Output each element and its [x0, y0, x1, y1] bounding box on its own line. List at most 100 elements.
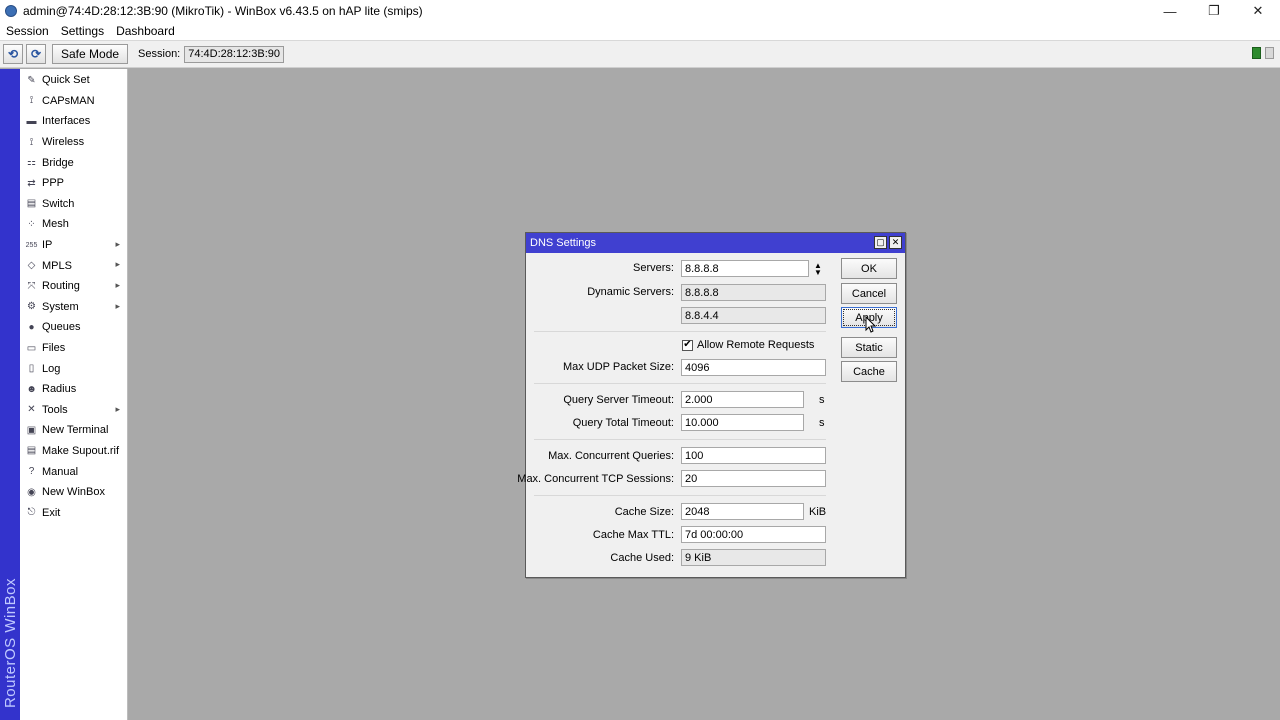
query-server-timeout-input[interactable]: 2.000 — [681, 391, 804, 408]
separator — [534, 439, 826, 440]
max-concurrent-tcp-label: Max. Concurrent TCP Sessions: — [517, 473, 674, 485]
sidebar-item-switch[interactable]: ▤ Switch — [20, 194, 127, 215]
sidebar-item-new-terminal[interactable]: ▣ New Terminal — [20, 420, 127, 441]
sidebar-item-queues[interactable]: ● Queues — [20, 317, 127, 338]
sidebar-item-label: Routing — [42, 280, 80, 293]
sidebar-item-interfaces[interactable]: ▬ Interfaces — [20, 111, 127, 132]
cache-size-input[interactable]: 2048 — [681, 503, 804, 520]
sidebar-item-mesh[interactable]: ⁘ Mesh — [20, 214, 127, 235]
dialog-maximize-button[interactable]: ▢ — [874, 236, 887, 249]
max-concurrent-tcp-input[interactable]: 20 — [681, 470, 826, 487]
sidebar-item-bridge[interactable]: ⚏ Bridge — [20, 152, 127, 173]
dialog-close-button[interactable]: ✕ — [889, 236, 902, 249]
sidebar-item-label: IP — [42, 239, 53, 252]
submenu-arrow-icon: ▸ — [115, 300, 120, 311]
sidebar-item-wireless[interactable]: ⟟ Wireless — [20, 132, 127, 153]
sidebar-item-label: Files — [42, 342, 66, 355]
undo-icon: ⟲ — [7, 47, 19, 61]
cache-max-ttl-label: Cache Max TTL: — [592, 529, 674, 541]
ok-button[interactable]: OK — [841, 258, 897, 279]
lock-status-icon — [1265, 47, 1274, 59]
cache-size-label: Cache Size: — [614, 506, 674, 518]
servers-input[interactable]: 8.8.8.8 — [681, 260, 809, 277]
menu-settings[interactable]: Settings — [55, 24, 110, 38]
sidebar-item-label: Log — [42, 362, 61, 375]
quick-set-icon: ✎ — [27, 74, 36, 86]
submenu-arrow-icon: ▸ — [115, 259, 120, 270]
menu-dashboard[interactable]: Dashboard — [110, 24, 181, 38]
static-button[interactable]: Static — [841, 337, 897, 358]
sidebar-item-tools[interactable]: ✕ Tools ▸ — [20, 400, 127, 421]
sidebar-item-label: Switch — [42, 197, 75, 210]
max-udp-input[interactable]: 4096 — [681, 359, 826, 376]
dynamic-server-2: 8.8.4.4 — [681, 307, 826, 324]
close-button[interactable]: ✕ — [1236, 0, 1280, 22]
sidebar-item-label: Mesh — [42, 218, 69, 231]
sidebar-item-make-supout-rif[interactable]: ▤ Make Supout.rif — [20, 441, 127, 462]
query-total-timeout-input[interactable]: 10.000 — [681, 414, 804, 431]
sidebar-item-label: Interfaces — [42, 115, 91, 128]
switch-icon: ▤ — [26, 198, 37, 210]
servers-spin-icon[interactable]: ▲ ▼ — [812, 260, 824, 277]
separator — [534, 331, 826, 332]
query-server-timeout-label: Query Server Timeout: — [563, 394, 674, 406]
status-indicators — [1252, 47, 1274, 59]
sidebar-item-exit[interactable]: ⎋ Exit — [20, 502, 127, 523]
minimize-button[interactable]: — — [1148, 0, 1192, 22]
checkbox-checked-icon: ✔ — [682, 339, 693, 351]
redo-icon: ⟳ — [30, 47, 42, 61]
cache-size-unit: KiB — [809, 506, 827, 518]
dialog-titlebar[interactable]: DNS Settings ▢ ✕ — [526, 233, 905, 253]
routing-icon: ⤧ — [27, 280, 36, 292]
sidebar-item-label: Wireless — [42, 136, 85, 149]
winbox-app-icon — [5, 5, 17, 17]
exit-icon: ⎋ — [27, 507, 36, 519]
query-total-timeout-unit: s — [819, 417, 825, 429]
max-concurrent-queries-input[interactable]: 100 — [681, 447, 826, 464]
dialog-title-buttons: ▢ ✕ — [874, 236, 902, 249]
radius-icon: ☻ — [26, 383, 37, 395]
files-icon: ▭ — [26, 342, 37, 354]
undo-button[interactable]: ⟲ — [3, 44, 23, 64]
allow-remote-checkbox[interactable]: ✔ Allow Remote Requests — [682, 339, 814, 351]
dns-settings-dialog: DNS Settings ▢ ✕ Servers: 8.8.8.8 ▲ ▼ Dyn… — [517, 232, 906, 578]
sidebar-item-ip[interactable]: 255 IP ▸ — [20, 235, 127, 256]
sidebar-item-label: Tools — [42, 403, 68, 416]
safe-mode-button[interactable]: Safe Mode — [52, 44, 129, 64]
sidebar-item-log[interactable]: ▯ Log — [20, 358, 127, 379]
sidebar-item-new-winbox[interactable]: ◉ New WinBox — [20, 482, 127, 503]
sidebar-item-manual[interactable]: ? Manual — [20, 461, 127, 482]
cache-used-value: 9 KiB — [681, 549, 826, 566]
window-controls: — ❐ ✕ — [1148, 0, 1280, 22]
sidebar-item-mpls[interactable]: ◇ MPLS ▸ — [20, 255, 127, 276]
interfaces-icon: ▬ — [26, 115, 37, 127]
restore-button[interactable]: ❐ — [1192, 0, 1236, 22]
sidebar-item-system[interactable]: ⚙ System ▸ — [20, 297, 127, 318]
sidebar-item-radius[interactable]: ☻ Radius — [20, 379, 127, 400]
menu-session[interactable]: Session — [0, 24, 55, 38]
redo-button[interactable]: ⟳ — [26, 44, 46, 64]
max-concurrent-queries-label: Max. Concurrent Queries: — [548, 450, 674, 462]
submenu-arrow-icon: ▸ — [115, 403, 120, 414]
sidebar-item-capsman[interactable]: ⟟ CAPsMAN — [20, 91, 127, 112]
sidebar-item-label: Make Supout.rif — [42, 444, 120, 457]
cache-max-ttl-input[interactable]: 7d 00:00:00 — [681, 526, 826, 543]
submenu-arrow-icon: ▸ — [115, 238, 120, 249]
cache-button[interactable]: Cache — [841, 361, 897, 382]
manual-icon: ? — [28, 466, 35, 478]
sidebar-item-quick-set[interactable]: ✎ Quick Set — [20, 70, 127, 91]
brand-text: RouterOS WinBox — [2, 577, 19, 708]
sidebar-item-routing[interactable]: ⤧ Routing ▸ — [20, 276, 127, 297]
allow-remote-label: Allow Remote Requests — [697, 339, 815, 351]
sidebar-item-files[interactable]: ▭ Files — [20, 338, 127, 359]
cancel-button[interactable]: Cancel — [841, 283, 897, 304]
menu-bar: Session Settings Dashboard — [0, 22, 1280, 40]
session-value: 74:4D:28:12:3B:90 — [184, 45, 284, 63]
sidebar-item-label: CAPsMAN — [42, 94, 95, 107]
log-icon: ▯ — [28, 363, 35, 375]
sidebar-item-ppp[interactable]: ⇄ PPP — [20, 173, 127, 194]
supout-icon: ▤ — [26, 445, 37, 457]
terminal-icon: ▣ — [26, 424, 37, 436]
submenu-arrow-icon: ▸ — [115, 279, 120, 290]
sidebar: ✎ Quick Set ⟟ CAPsMAN ▬ Interfaces ⟟ Wireless ⚏ B… — [20, 69, 128, 720]
